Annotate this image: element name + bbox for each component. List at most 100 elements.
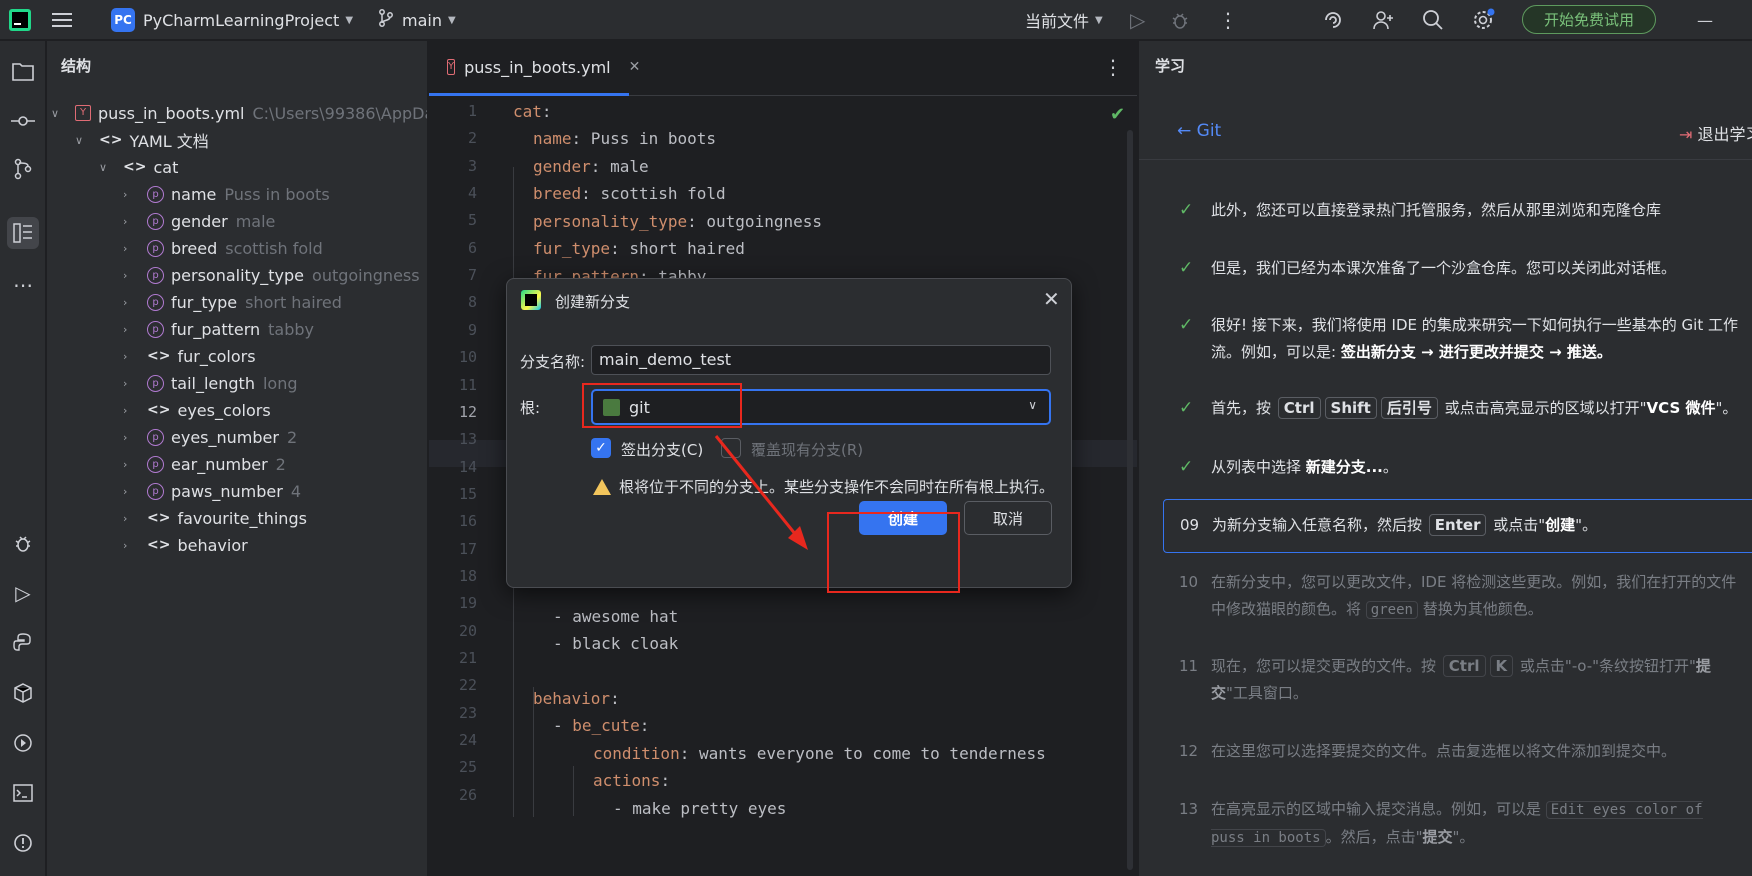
yaml-key: personality_type <box>533 212 688 231</box>
code-line-6[interactable]: fur_type: short haired <box>533 239 745 258</box>
tree-item[interactable]: › p name Puss in boots <box>123 179 330 209</box>
code-line-1[interactable]: cat: <box>513 102 552 121</box>
line-number: 11 <box>458 375 477 394</box>
tree-item-value: scottish fold <box>225 238 323 258</box>
branch-selector[interactable]: main ▼ <box>378 0 456 40</box>
code-line-3[interactable]: gender: male <box>533 157 649 176</box>
problems-icon[interactable] <box>7 827 39 859</box>
tree-item[interactable]: › p fur_pattern tabby <box>123 314 314 344</box>
run-icon[interactable]: ▷ <box>1130 0 1145 40</box>
key-ctrl: Ctrl <box>1442 655 1486 677</box>
chevron-right-icon[interactable]: › <box>123 404 137 417</box>
tree-item[interactable]: › p personality_type outgoingness <box>123 260 420 290</box>
more-actions-icon[interactable]: ⋮ <box>1218 0 1238 40</box>
chevron-down-icon: ∨ <box>75 133 84 147</box>
exit-learning-button[interactable]: ⇥ 退出学习 <box>1679 121 1752 145</box>
editor-tab[interactable]: Y puss_in_boots.yml ✕ <box>429 41 640 96</box>
start-free-trial-button[interactable]: 开始免费试用 <box>1522 5 1656 34</box>
chevron-right-icon[interactable]: › <box>123 458 137 471</box>
code-line-26[interactable]: - make pretty eyes <box>613 799 786 818</box>
no-problems-check-icon[interactable]: ✔ <box>1110 104 1125 125</box>
lesson-step-current: 09 为新分支输入任意名称，然后按 Enter 或点击"创建"。 <box>1163 499 1752 553</box>
ai-assistant-icon[interactable] <box>1322 0 1344 40</box>
run-config-selector[interactable]: 当前文件 ▼ <box>1025 0 1103 40</box>
more-actions-icon[interactable]: ⋮ <box>1103 55 1123 79</box>
tree-item-value: male <box>235 211 276 231</box>
tree-item[interactable]: › <> fur_colors <box>123 341 256 371</box>
tree-item[interactable]: › p eyes_number 2 <box>123 422 297 452</box>
chevron-right-icon[interactable]: › <box>123 377 137 390</box>
chevron-right-icon[interactable]: › <box>123 512 137 525</box>
settings-gear-icon[interactable] <box>1472 0 1496 40</box>
line-number: 13 <box>458 430 477 449</box>
pycharm-logo-icon[interactable] <box>8 0 32 40</box>
tree-item-value: tabby <box>268 319 314 339</box>
step-text-part: 首先，按 <box>1211 399 1272 417</box>
chevron-right-icon[interactable]: › <box>123 431 137 444</box>
branch-name-input[interactable]: main_demo_test <box>591 345 1051 375</box>
code-line-2[interactable]: name: Puss in boots <box>533 129 716 148</box>
add-user-icon[interactable] <box>1372 0 1394 40</box>
structure-icon[interactable] <box>7 217 39 249</box>
cancel-button[interactable]: 取消 <box>964 501 1052 535</box>
minimize-icon[interactable]: — <box>1697 0 1713 40</box>
main-menu-icon[interactable] <box>52 0 72 40</box>
code-line-5[interactable]: personality_type: outgoingness <box>533 212 822 231</box>
checkout-branch-checkbox[interactable]: ✓ <box>591 438 611 458</box>
tree-item[interactable]: › p tail_length long <box>123 368 298 398</box>
code-line-20[interactable]: - black cloak <box>553 634 678 653</box>
tree-item[interactable]: › <> favourite_things <box>123 503 307 533</box>
lesson-step: 10 在新分支中，您可以更改文件，IDE 将检测这些更改。例如，我们在打开的文件… <box>1139 569 1752 625</box>
python-console-icon[interactable] <box>7 627 39 659</box>
editor-scrollbar[interactable] <box>1127 130 1133 870</box>
vcs-icon[interactable] <box>7 153 39 185</box>
warning-text: 根将位于不同的分支上。某些分支操作不会同时在所有根上执行。 <box>619 478 1055 496</box>
tag-icon: <> <box>147 348 171 364</box>
code-line-19[interactable]: - awesome hat <box>553 607 678 626</box>
tree-item[interactable]: › <> eyes_colors <box>123 395 271 425</box>
tree-item[interactable]: › p fur_type short haired <box>123 287 342 317</box>
tree-item-value: long <box>262 373 298 393</box>
property-icon: p <box>147 212 164 230</box>
code-line-24[interactable]: condition: wants everyone to come to ten… <box>593 744 1046 763</box>
search-icon[interactable] <box>1422 0 1444 40</box>
code-line-23[interactable]: - be_cute: <box>553 716 649 735</box>
chevron-right-icon[interactable]: › <box>123 296 137 309</box>
checkout-branch-label[interactable]: 签出分支(C) <box>621 439 703 460</box>
debug-icon[interactable] <box>1170 0 1190 40</box>
debug-icon[interactable] <box>7 527 39 559</box>
tree-doc-node[interactable]: ∨ <> YAML 文档 <box>75 125 209 155</box>
python-packages-icon[interactable] <box>7 677 39 709</box>
tree-item-label: eyes_colors <box>177 400 271 420</box>
chevron-right-icon[interactable]: › <box>123 215 137 228</box>
chevron-right-icon[interactable]: › <box>123 350 137 363</box>
more-tools-icon[interactable]: ⋯ <box>7 269 39 301</box>
code-line-4[interactable]: breed: scottish fold <box>533 184 726 203</box>
close-icon[interactable]: ✕ <box>1043 287 1060 311</box>
tree-item[interactable]: › p ear_number 2 <box>123 449 286 479</box>
tree-root-node[interactable]: ∨ <> cat <box>99 152 178 182</box>
chevron-right-icon[interactable]: › <box>123 269 137 282</box>
step-text-part: 在高亮显示的区域中输入提交消息。例如，可以是 <box>1211 800 1542 818</box>
tree-item[interactable]: › <> behavior <box>123 530 248 560</box>
chevron-right-icon[interactable]: › <box>123 539 137 552</box>
terminal-icon[interactable] <box>7 777 39 809</box>
chevron-right-icon[interactable]: › <box>123 323 137 336</box>
run-icon[interactable]: ▷ <box>7 577 39 609</box>
code-line-25[interactable]: actions: <box>593 771 670 790</box>
project-folder-icon[interactable] <box>7 55 39 87</box>
tree-item[interactable]: › p gender male <box>123 206 275 236</box>
back-link[interactable]: ← Git <box>1177 121 1221 141</box>
chevron-right-icon[interactable]: › <box>123 188 137 201</box>
services-icon[interactable] <box>7 727 39 759</box>
code-line-22[interactable]: behavior: <box>533 689 620 708</box>
chevron-right-icon[interactable]: › <box>123 242 137 255</box>
line-gutter: 1 2 3 4 5 6 7 8 9 10 11 12 13 14 15 16 17 18 19 20 21 22 23 24 2… <box>429 96 489 876</box>
tree-item[interactable]: › p paws_number 4 <box>123 476 301 506</box>
close-icon[interactable]: ✕ <box>629 59 641 75</box>
tree-item[interactable]: › p breed scottish fold <box>123 233 323 263</box>
commit-icon[interactable] <box>7 105 39 137</box>
chevron-right-icon[interactable]: › <box>123 485 137 498</box>
tree-file-node[interactable]: ∨ Y puss_in_boots.yml C:\Users\99386\App… <box>51 98 427 128</box>
project-selector[interactable]: PC PyCharmLearningProject ▼ <box>111 0 353 40</box>
